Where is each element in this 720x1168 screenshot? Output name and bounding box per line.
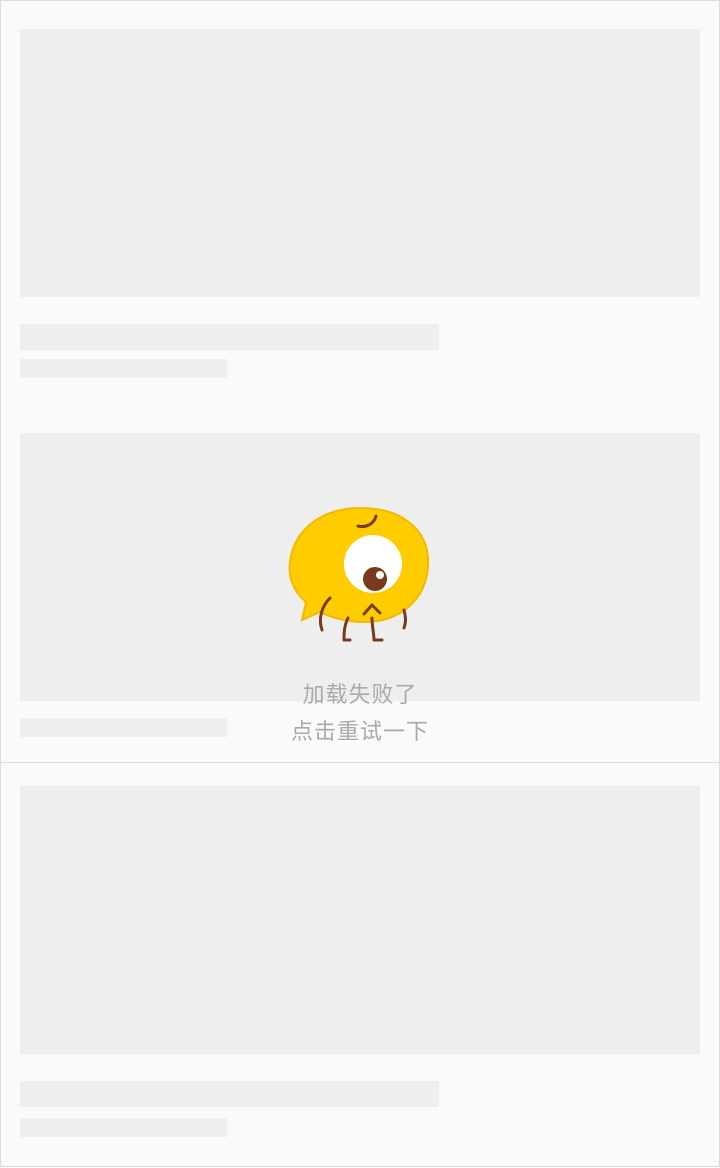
sad-one-eyed-blob-icon (288, 506, 430, 642)
retry-link[interactable]: 点击重试一下 (260, 714, 460, 746)
feed-card-placeholder (0, 0, 720, 407)
title-placeholder (20, 324, 439, 350)
subtitle-placeholder (20, 359, 227, 378)
title-placeholder (20, 1081, 439, 1107)
load-failed-message: 加载失败了 (302, 683, 418, 708)
subtitle-placeholder (20, 718, 227, 737)
image-placeholder (20, 29, 700, 297)
load-error-retry[interactable]: 加载失败了 点击重试一下 (260, 500, 460, 750)
feed-card-placeholder (0, 763, 720, 1167)
feed-page: 加载失败了 点击重试一下 (0, 0, 720, 1168)
image-placeholder (20, 786, 700, 1054)
subtitle-placeholder (20, 1118, 227, 1137)
